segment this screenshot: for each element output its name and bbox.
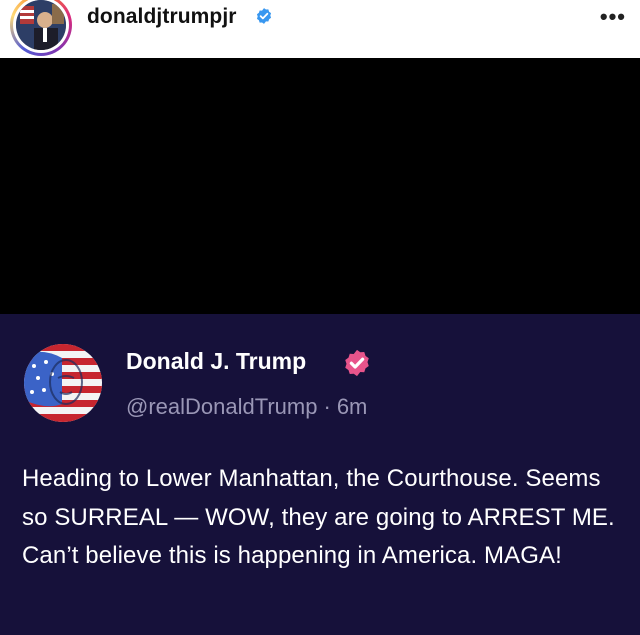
verified-check-icon — [345, 349, 369, 377]
verified-badge-icon — [256, 8, 272, 24]
post-author-handle[interactable]: @realDonaldTrump — [126, 394, 317, 419]
post-author-avatar[interactable] — [24, 344, 102, 422]
username-link[interactable]: donaldjtrumpjr — [87, 5, 237, 29]
flag-portrait-icon — [24, 344, 102, 422]
post-timestamp[interactable]: 6m — [337, 394, 368, 419]
avatar-photo — [16, 0, 66, 50]
avatar-ring-inner — [13, 0, 69, 53]
post-text: Heading to Lower Manhattan, the Courthou… — [22, 465, 615, 569]
instagram-post-header: donaldjtrumpjr ••• — [0, 0, 640, 58]
screenshot: donaldjtrumpjr ••• Donald J. Trump @real… — [0, 0, 640, 635]
profile-avatar[interactable] — [10, 0, 72, 56]
media-area — [0, 58, 640, 314]
post-author-name[interactable]: Donald J. Trump — [126, 348, 306, 375]
more-options-button[interactable]: ••• — [600, 4, 626, 30]
meta-separator: · — [323, 394, 331, 419]
post-meta: @realDonaldTrump · 6m — [126, 394, 367, 420]
avatar-image-icon — [16, 0, 66, 50]
truth-social-post: Donald J. Trump @realDonaldTrump · 6m Head… — [0, 314, 640, 635]
